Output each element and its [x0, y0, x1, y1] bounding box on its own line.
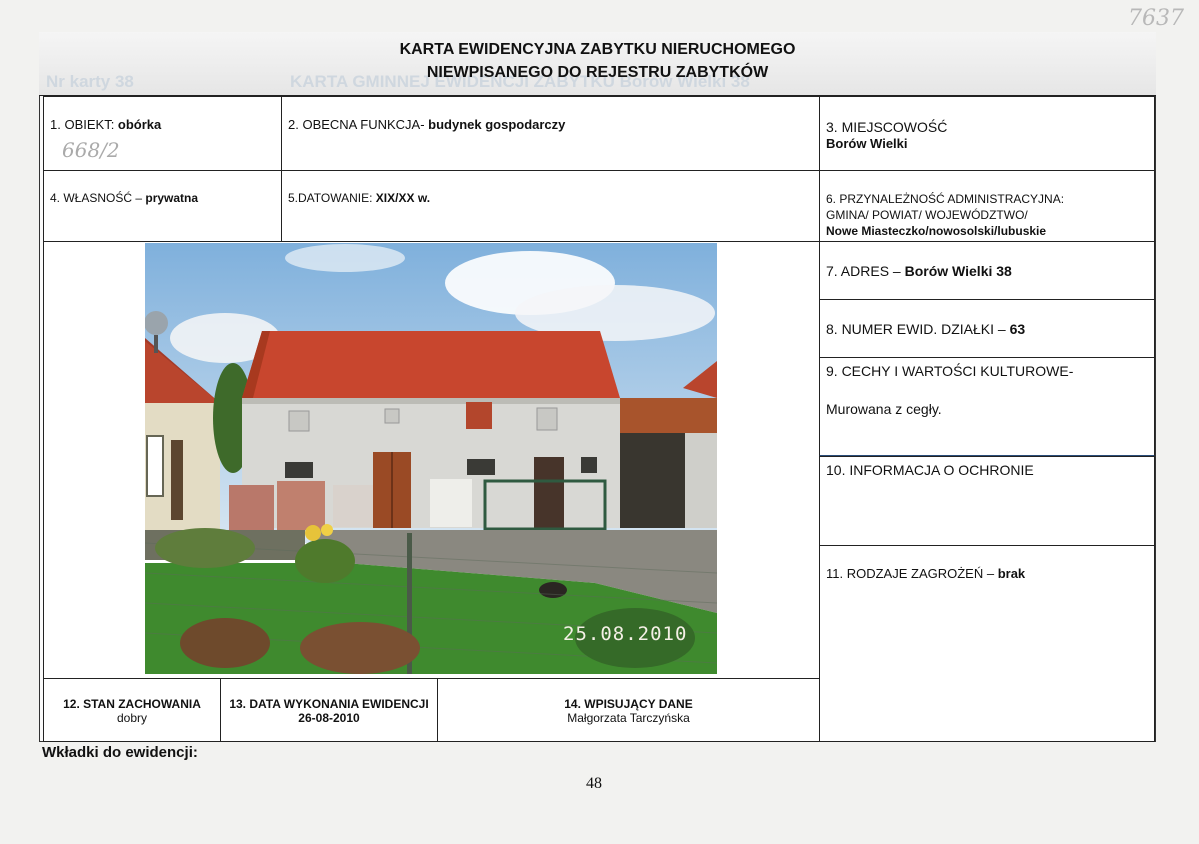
- field-ownership: 4. WŁASNOŚĆ – prywatna: [43, 170, 282, 242]
- field-parcel-number: 8. NUMER EWID. DZIAŁKI – 63: [819, 299, 1155, 358]
- field-entered-by-label: 14. WPISUJĄCY DANE: [564, 697, 693, 711]
- field-threats-label: 11. RODZAJE ZAGROŻEŃ –: [826, 566, 998, 581]
- field-admin-label-line1: 6. PRZYNALEŻNOŚĆ ADMINISTRACYJNA:: [826, 192, 1065, 206]
- field-threats: 11. RODZAJE ZAGROŻEŃ – brak: [819, 545, 1155, 742]
- card-title-line1: KARTA EWIDENCYJNA ZABYTKU NIERUCHOMEGO: [399, 41, 796, 58]
- field-admin-label-line2: GMINA/ POWIAT/ WOJEWÓDZTWO/: [826, 208, 1028, 222]
- field-condition: 12. STAN ZACHOWANIA dobry: [43, 678, 221, 742]
- field-ownership-value: prywatna: [145, 191, 199, 205]
- field-address-value: Borów Wielki 38: [904, 263, 1012, 279]
- field-condition-value: dobry: [116, 711, 148, 725]
- field-dating-label: 5.DATOWANIE:: [288, 191, 376, 205]
- field-protection-info: 10. INFORMACJA O OCHRONIE: [819, 456, 1155, 546]
- handwritten-archive-number: 7637: [1128, 6, 1184, 31]
- field-object-handwritten-note: 668/2: [62, 138, 120, 162]
- field-admin-value: Nowe Miasteczko/nowosolski/lubuskie: [826, 224, 1047, 238]
- inserts-label: Wkładki do ewidencji:: [42, 744, 198, 761]
- field-cultural-values-label: 9. CECHY I WARTOŚCI KULTUROWE-: [826, 363, 1074, 379]
- field-protection-label: 10. INFORMACJA O OCHRONIE: [826, 462, 1034, 478]
- field-current-function-value: budynek gospodarczy: [428, 117, 566, 132]
- field-administrative-affiliation: 6. PRZYNALEŻNOŚĆ ADMINISTRACYJNA: GMINA/…: [819, 170, 1155, 242]
- field-record-date: 13. DATA WYKONANIA EWIDENCJI 26-08-2010: [220, 678, 438, 742]
- photo-date-stamp: 25.08.2010: [563, 623, 688, 645]
- field-address: 7. ADRES – Borów Wielki 38: [819, 241, 1155, 300]
- field-address-label: 7. ADRES –: [826, 263, 905, 279]
- field-locality-label: 3. MIEJSCOWOŚĆ: [826, 119, 948, 135]
- field-current-function: 2. OBECNA FUNKCJA- budynek gospodarczy: [281, 96, 820, 171]
- field-threats-value: brak: [997, 566, 1026, 581]
- field-entered-by-value: Małgorzata Tarczyńska: [567, 711, 690, 725]
- field-locality-value: Borów Wielki: [826, 136, 908, 151]
- field-dating-value: XIX/XX w.: [375, 191, 431, 205]
- building-photo-illustration: [145, 243, 717, 674]
- field-object-label: 1. OBIEKT:: [50, 117, 118, 132]
- field-entered-by: 14. WPISUJĄCY DANE Małgorzata Tarczyńska: [437, 678, 820, 742]
- page-number: 48: [586, 775, 602, 792]
- field-parcel-label: 8. NUMER EWID. DZIAŁKI –: [826, 321, 1010, 337]
- card-title: KARTA EWIDENCYJNA ZABYTKU NIERUCHOMEGO N…: [39, 38, 1156, 84]
- field-record-date-value: 26-08-2010: [298, 711, 360, 725]
- field-current-function-label: 2. OBECNA FUNKCJA-: [288, 117, 429, 132]
- field-cultural-values-text: Murowana z cegły.: [826, 401, 942, 417]
- field-locality: 3. MIEJSCOWOŚĆ Borów Wielki: [819, 96, 1155, 171]
- building-photo: 25.08.2010: [145, 243, 717, 674]
- field-object-value: obórka: [117, 117, 162, 132]
- field-condition-label: 12. STAN ZACHOWANIA: [63, 697, 201, 711]
- field-cultural-values: 9. CECHY I WARTOŚCI KULTUROWE- Murowana …: [819, 357, 1155, 457]
- field-parcel-value: 63: [1009, 321, 1026, 337]
- card-title-line2: NIEWPISANEGO DO REJESTRU ZABYTKÓW: [426, 64, 769, 81]
- field-ownership-label: 4. WŁASNOŚĆ –: [50, 191, 146, 205]
- field-record-date-label: 13. DATA WYKONANIA EWIDENCJI: [229, 697, 429, 711]
- field-object: 1. OBIEKT: obórka 668/2: [43, 96, 282, 171]
- field-dating: 5.DATOWANIE: XIX/XX w.: [281, 170, 820, 242]
